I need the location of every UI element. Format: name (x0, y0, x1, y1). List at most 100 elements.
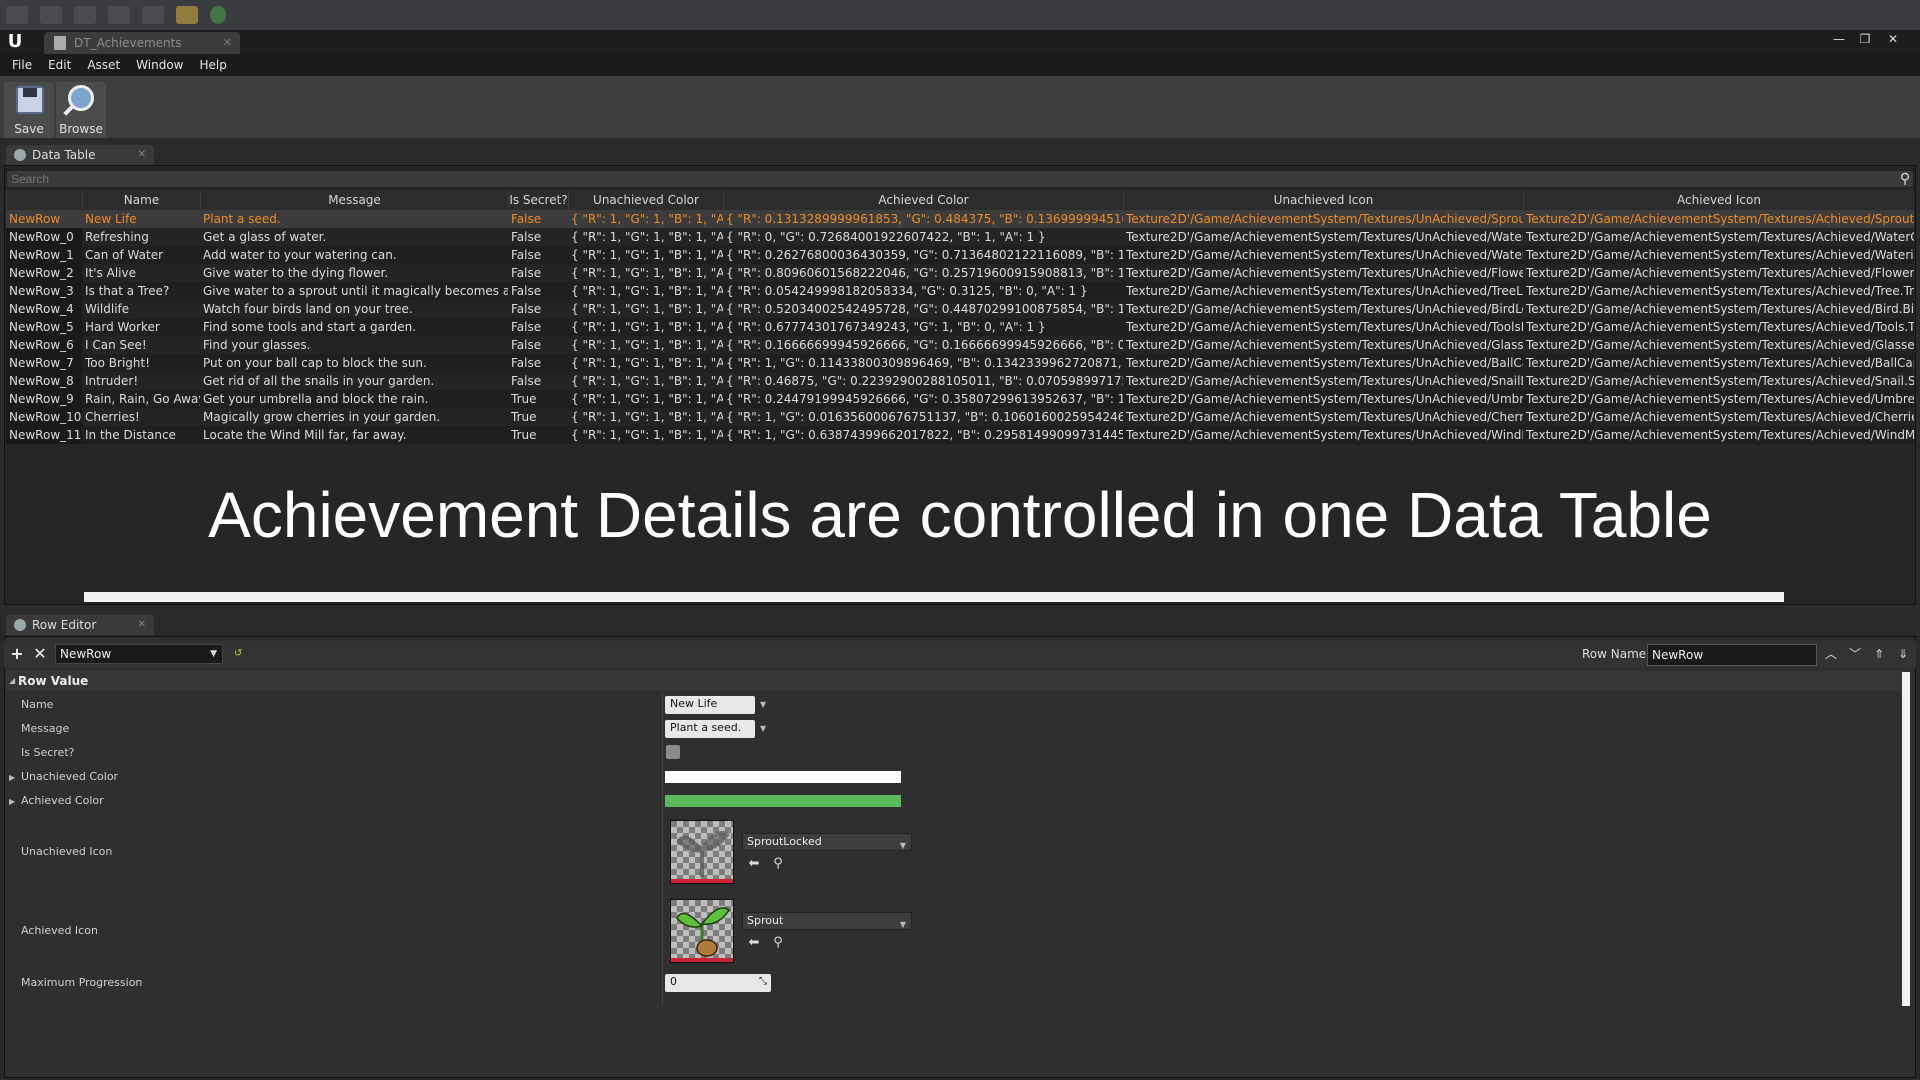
maximize-button[interactable]: ❐ (1852, 30, 1878, 48)
tab-row-editor[interactable]: Row Editor ✕ (6, 615, 154, 635)
header-message[interactable]: Message (200, 190, 508, 210)
use-selected-arrow-icon[interactable]: ⬅ (746, 935, 762, 951)
table-row[interactable]: NewRow_8 Intruder! Get rid of all the snai… (6, 372, 1914, 390)
app-icon[interactable] (40, 6, 62, 24)
property-splitter[interactable] (662, 692, 663, 1006)
menu-window[interactable]: Window (128, 58, 191, 72)
app-icon[interactable] (108, 6, 130, 24)
unachieved-icon-cell: Texture2D'/Game/AchievementSystem/Textur… (1126, 392, 1523, 406)
header-is-secret[interactable]: Is Secret? (508, 190, 568, 210)
app-icon[interactable] (74, 6, 96, 24)
tab-data-table[interactable]: Data Table ✕ (6, 145, 154, 165)
table-row[interactable]: NewRow_9 Rain, Rain, Go Away Get your umbr… (6, 390, 1914, 408)
row-name: NewRow_8 (6, 372, 82, 390)
unachieved-color-cell: { "R": 1, "G": 1, "B": 1, "A": 1 } (571, 248, 723, 262)
document-tab[interactable]: DT_Achievements ✕ (44, 32, 240, 54)
achieved-icon-dropdown[interactable]: Sprout ▼ (742, 912, 912, 930)
collapse-arrow-icon[interactable]: ◢ (9, 671, 15, 691)
document-tab-label: DT_Achievements (74, 36, 182, 50)
unachieved-icon-cell: Texture2D'/Game/AchievementSystem/Textur… (1126, 302, 1523, 316)
sprout-icon (676, 907, 730, 957)
chevron-down-icon[interactable]: ▼ (760, 700, 766, 709)
table-row[interactable]: NewRow_2 It's Alive Give water to the dyin… (6, 264, 1914, 282)
search-icon[interactable]: ⚲ (1896, 170, 1914, 188)
header-achieved-icon[interactable]: Achieved Icon (1523, 190, 1914, 210)
search-input[interactable] (6, 170, 1914, 188)
vertical-scrollbar[interactable] (1902, 672, 1910, 1006)
remove-row-icon[interactable]: ✕ (31, 645, 49, 663)
expand-arrow-icon[interactable]: ▶ (9, 773, 15, 782)
browser-icon[interactable] (210, 6, 226, 24)
achieved-icon-cell: Texture2D'/Game/AchievementSystem/Textur… (1526, 374, 1914, 388)
achieved-color-cell: { "R": 0.67774301767349243, "G": 1, "B":… (726, 320, 1046, 334)
add-row-icon[interactable]: + (8, 645, 26, 663)
header-unachieved-icon[interactable]: Unachieved Icon (1123, 190, 1523, 210)
datatable-icon (54, 36, 66, 50)
menu-asset[interactable]: Asset (79, 58, 128, 72)
app-icon[interactable] (6, 6, 28, 24)
close-tab-icon[interactable]: ✕ (138, 615, 146, 635)
close-tab-icon[interactable]: ✕ (138, 145, 146, 165)
table-row[interactable]: NewRow_4 Wildlife Watch four birds land on… (6, 300, 1914, 318)
move-top-icon[interactable]: ⇑ (1871, 645, 1887, 663)
unachieved-color-swatch[interactable] (665, 771, 901, 783)
message-field[interactable]: Plant a seed. (665, 720, 755, 738)
row-select-dropdown[interactable]: NewRow ▼ (55, 644, 223, 664)
unachieved-icon-dropdown[interactable]: SproutLocked ▼ (742, 833, 912, 851)
menu-help[interactable]: Help (191, 58, 234, 72)
sprout-locked-thumbnail[interactable] (670, 820, 734, 884)
menu-edit[interactable]: Edit (40, 58, 79, 72)
expand-arrow-icon[interactable]: ▶ (9, 797, 15, 806)
header-achieved-color[interactable]: Achieved Color (723, 190, 1123, 210)
table-row[interactable]: NewRow_10 Cherries! Magically grow cherrie… (6, 408, 1914, 426)
chevron-down-icon[interactable]: ▼ (760, 724, 766, 733)
table-row[interactable]: NewRow_7 Too Bright! Put on your ball cap … (6, 354, 1914, 372)
sprout-thumbnail[interactable] (670, 899, 734, 963)
is-secret-cell: True (511, 392, 537, 406)
table-row[interactable]: NewRow_3 Is that a Tree? Give water to a s… (6, 282, 1914, 300)
row-name-input[interactable] (1647, 644, 1817, 666)
table-row[interactable]: NewRow_1 Can of Water Add water to your wa… (6, 246, 1914, 264)
prop-unachieved-color-label: Unachieved Color (21, 770, 119, 783)
achieved-color-cell: { "R": 1, "G": 0.11433800309896469, "B":… (726, 356, 1123, 370)
horizontal-scrollbar-thumb[interactable] (84, 592, 1784, 602)
table-row[interactable]: NewRow_6 I Can See! Find your glasses. Fals… (6, 336, 1914, 354)
row-value-section-header[interactable]: ◢ Row Value (6, 671, 1906, 691)
chevron-down-icon[interactable]: ﹀ (1847, 645, 1863, 663)
row-name: NewRow_5 (6, 318, 82, 336)
browse-asset-icon[interactable]: ⚲ (770, 856, 786, 872)
is-secret-cell: False (511, 248, 542, 262)
minimize-button[interactable]: — (1826, 30, 1852, 48)
is-secret-cell: False (511, 374, 542, 388)
spin-icon[interactable]: ⤡ (759, 974, 767, 990)
achieved-color-cell: { "R": 0.054249998182058334, "G": 0.3125… (726, 284, 1088, 298)
achieved-icon-cell: Texture2D'/Game/AchievementSystem/Textur… (1526, 248, 1914, 262)
use-selected-arrow-icon[interactable]: ⬅ (746, 856, 762, 872)
reset-icon[interactable]: ↺ (234, 645, 244, 663)
name-field[interactable]: New Life (665, 696, 755, 714)
close-window-button[interactable]: ✕ (1880, 30, 1906, 48)
header-name[interactable]: Name (82, 190, 200, 210)
browse-asset-icon[interactable]: ⚲ (770, 935, 786, 951)
is-secret-checkbox[interactable] (666, 745, 680, 759)
max-progression-field[interactable]: 0 ⤡ (665, 974, 771, 992)
row-name: NewRow_2 (6, 264, 82, 282)
is-secret-cell: False (511, 302, 542, 316)
move-bottom-icon[interactable]: ⇓ (1895, 645, 1911, 663)
achieved-icon-cell: Texture2D'/Game/AchievementSystem/Textur… (1526, 428, 1914, 442)
header-unachieved-color[interactable]: Unachieved Color (568, 190, 723, 210)
browse-button[interactable]: Browse (56, 82, 106, 138)
table-row[interactable]: NewRow New Life Plant a seed. False { "R": 1… (6, 210, 1914, 228)
table-row[interactable]: NewRow_5 Hard Worker Find some tools and s… (6, 318, 1914, 336)
chevron-up-icon[interactable]: ︿ (1823, 645, 1839, 663)
achieved-icon-cell: Texture2D'/Game/AchievementSystem/Textur… (1526, 302, 1914, 316)
menu-file[interactable]: File (4, 58, 40, 72)
close-tab-icon[interactable]: ✕ (223, 32, 232, 54)
achieved-color-swatch[interactable] (665, 795, 901, 807)
folder-icon[interactable] (176, 6, 198, 24)
save-button[interactable]: Save (4, 82, 54, 138)
app-icon[interactable] (142, 6, 164, 24)
message-cell: Give water to a sprout until it magicall… (203, 284, 508, 298)
table-row[interactable]: NewRow_0 Refreshing Get a glass of water. F… (6, 228, 1914, 246)
table-row[interactable]: NewRow_11 In the Distance Locate the Wind … (6, 426, 1914, 444)
